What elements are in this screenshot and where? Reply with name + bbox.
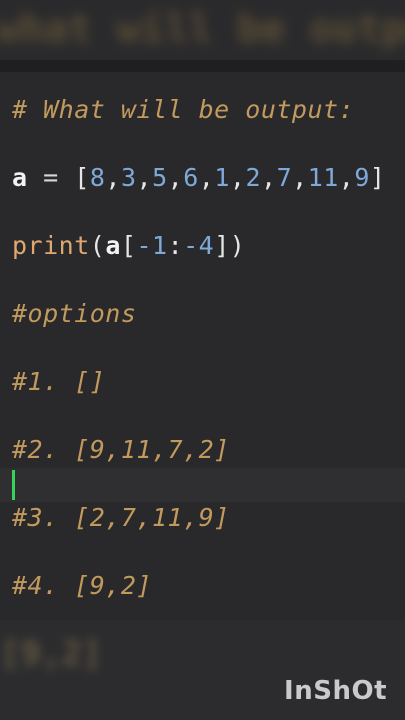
blurred-header-text: what will be output [0, 6, 405, 52]
blurred-footer-text: [9,2] [0, 634, 103, 674]
list-item: 3 [120, 163, 137, 192]
options-comment: #options [12, 299, 137, 328]
list-item: 11 [307, 163, 339, 192]
comment-line: # What will be output: [12, 95, 355, 124]
list-assignment-line: a = [8,3,5,6,1,2,7,11,9] [12, 163, 386, 192]
list-item: 8 [89, 163, 106, 192]
list-item: 9 [354, 163, 370, 192]
text-cursor [12, 470, 15, 500]
list-item: 5 [152, 163, 168, 192]
close-bracket: ] [369, 163, 386, 192]
print-arg-variable: a [105, 231, 121, 260]
option-3: #3. [2,7,11,9] [12, 503, 230, 532]
option-2: #2. [9,11,7,2] [12, 435, 230, 464]
print-function: print [12, 231, 90, 260]
assign-operator: = [43, 163, 59, 192]
list-item: 6 [183, 163, 199, 192]
inshot-watermark: InShOt [284, 676, 387, 706]
slice-start: -1 [136, 231, 168, 260]
code-editor[interactable]: # What will be output: a = [8,3,5,6,1,2,… [0, 72, 405, 620]
print-line: print(a[-1:-4]) [12, 231, 246, 260]
list-item: 1 [214, 163, 230, 192]
list-item: 2 [245, 163, 261, 192]
option-4: #4. [9,2] [12, 571, 152, 600]
current-line-highlight [0, 468, 405, 502]
option-1: #1. [] [12, 367, 106, 396]
slice-end: -4 [183, 231, 215, 260]
blurred-header: what will be output [0, 0, 405, 60]
open-bracket: [ [74, 163, 90, 192]
variable-name: a [12, 163, 28, 192]
list-item: 7 [276, 163, 293, 192]
